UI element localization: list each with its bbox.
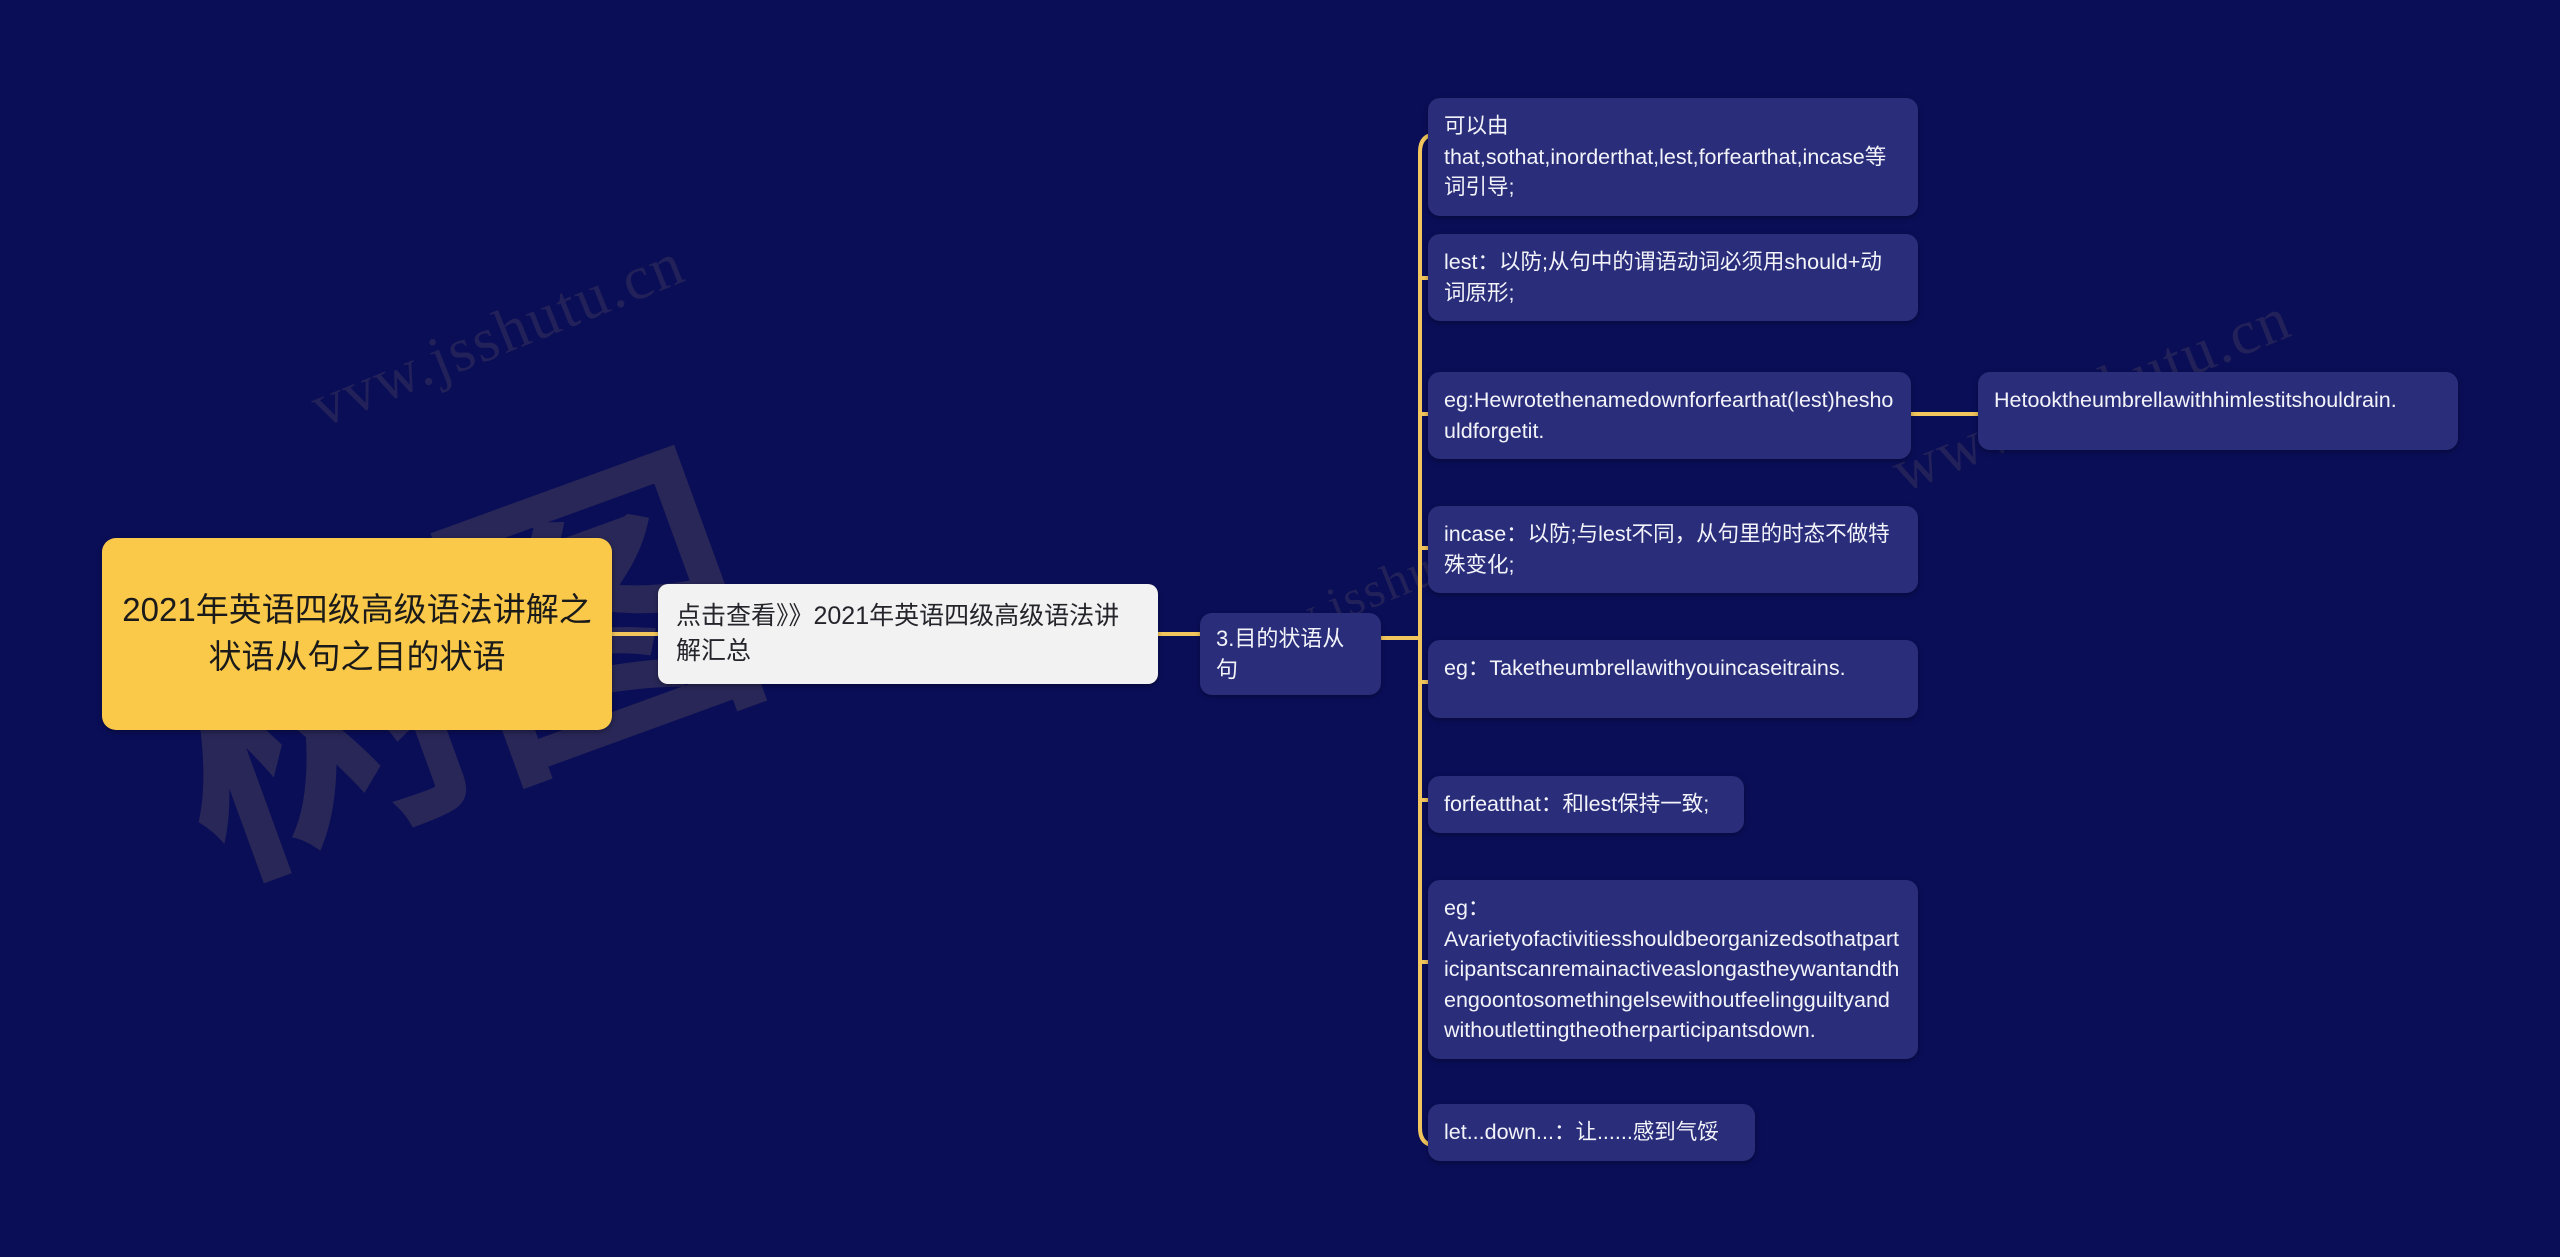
branch-node-3[interactable]: eg:Hewrotethenamedownforfearthat(lest)he…: [1428, 372, 1911, 460]
branch-node-7-label: eg：Avarietyofactivitiesshouldbeorganized…: [1444, 896, 1900, 1043]
branch-node-8-label: let...down...：让......感到气馁: [1444, 1120, 1719, 1144]
mindmap-canvas: 树图 vvw.jsshutu.cn www.jsshutu.cn www.jss…: [0, 0, 2560, 1257]
branch-node-2[interactable]: lest：以防;从句中的谓语动词必须用should+动词原形;: [1428, 234, 1918, 322]
branch-node-5[interactable]: eg：Taketheumbrellawithyouincaseitrains.: [1428, 640, 1918, 718]
branch-node-4-label: incase：以防;与lest不同，从句里的时态不做特殊变化;: [1444, 522, 1890, 577]
topic-node[interactable]: 3.目的状语从句: [1200, 613, 1381, 696]
summary-link-node[interactable]: 点击查看》》2021年英语四级高级语法讲解汇总: [658, 584, 1158, 684]
watermark-text-1: vvw.jsshutu.cn: [301, 229, 695, 441]
branch-node-5-label: eg：Taketheumbrellawithyouincaseitrains.: [1444, 656, 1846, 680]
branch-node-8[interactable]: let...down...：让......感到气馁: [1428, 1104, 1755, 1161]
summary-link-label: 点击查看》》2021年英语四级高级语法讲解汇总: [676, 601, 1120, 666]
branch-node-3-label: eg:Hewrotethenamedownforfearthat(lest)he…: [1444, 388, 1894, 443]
sub-branch-node-1-label: Hetooktheumbrellawithhimlestitshouldrain…: [1994, 388, 2397, 412]
branch-node-2-label: lest：以防;从句中的谓语动词必须用should+动词原形;: [1444, 250, 1882, 305]
root-node[interactable]: 2021年英语四级高级语法讲解之状语从句之目的状语: [102, 538, 612, 730]
branch-node-1[interactable]: 可以由that,sothat,inorderthat,lest,forfeart…: [1428, 98, 1918, 216]
root-node-label: 2021年英语四级高级语法讲解之状语从句之目的状语: [122, 591, 592, 675]
branch-node-1-label: 可以由that,sothat,inorderthat,lest,forfeart…: [1444, 114, 1887, 200]
branch-node-6[interactable]: forfeatthat：和lest保持一致;: [1428, 776, 1744, 833]
branch-node-6-label: forfeatthat：和lest保持一致;: [1444, 792, 1710, 816]
sub-branch-node-1[interactable]: Hetooktheumbrellawithhimlestitshouldrain…: [1978, 372, 2458, 450]
branch-node-7[interactable]: eg：Avarietyofactivitiesshouldbeorganized…: [1428, 880, 1918, 1059]
branch-node-4[interactable]: incase：以防;与lest不同，从句里的时态不做特殊变化;: [1428, 506, 1918, 594]
topic-node-label: 3.目的状语从句: [1216, 626, 1345, 683]
